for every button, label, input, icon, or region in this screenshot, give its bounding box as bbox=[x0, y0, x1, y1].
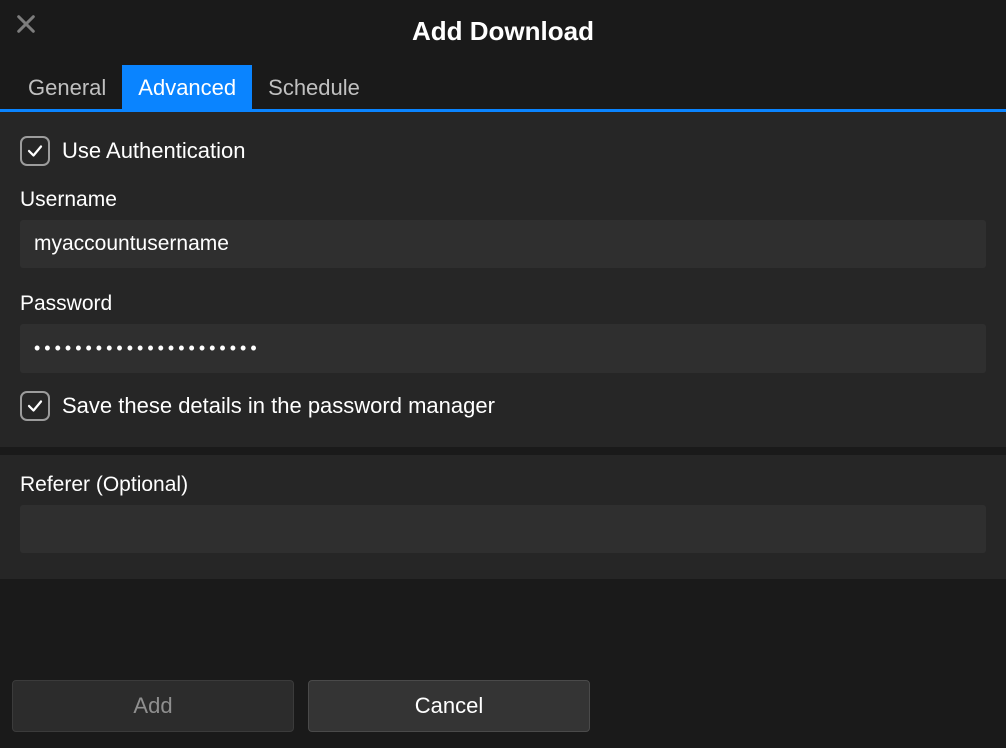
check-icon bbox=[26, 397, 44, 415]
check-icon bbox=[26, 142, 44, 160]
add-button[interactable]: Add bbox=[12, 680, 294, 732]
dialog-title: Add Download bbox=[0, 0, 1006, 65]
save-pw-checkbox[interactable] bbox=[20, 391, 50, 421]
referer-label: Referer (Optional) bbox=[20, 473, 986, 497]
use-auth-row: Use Authentication bbox=[20, 130, 986, 180]
tab-schedule[interactable]: Schedule bbox=[252, 65, 376, 109]
use-auth-label[interactable]: Use Authentication bbox=[62, 138, 245, 164]
password-input[interactable] bbox=[20, 324, 986, 373]
close-button[interactable] bbox=[12, 10, 40, 38]
username-label: Username bbox=[20, 188, 986, 212]
use-auth-checkbox[interactable] bbox=[20, 136, 50, 166]
save-pw-label[interactable]: Save these details in the password manag… bbox=[62, 393, 495, 419]
username-input[interactable] bbox=[20, 220, 986, 268]
close-icon bbox=[15, 13, 37, 35]
button-bar: Add Cancel bbox=[12, 680, 994, 732]
referer-input[interactable] bbox=[20, 505, 986, 553]
tab-bar: General Advanced Schedule bbox=[0, 65, 1006, 112]
tab-advanced[interactable]: Advanced bbox=[122, 65, 252, 109]
auth-panel: Use Authentication Username Password Sav… bbox=[0, 112, 1006, 447]
cancel-button[interactable]: Cancel bbox=[308, 680, 590, 732]
save-pw-row: Save these details in the password manag… bbox=[20, 389, 986, 425]
password-label: Password bbox=[20, 292, 986, 316]
tab-general[interactable]: General bbox=[12, 65, 122, 109]
referer-panel: Referer (Optional) bbox=[0, 455, 1006, 579]
